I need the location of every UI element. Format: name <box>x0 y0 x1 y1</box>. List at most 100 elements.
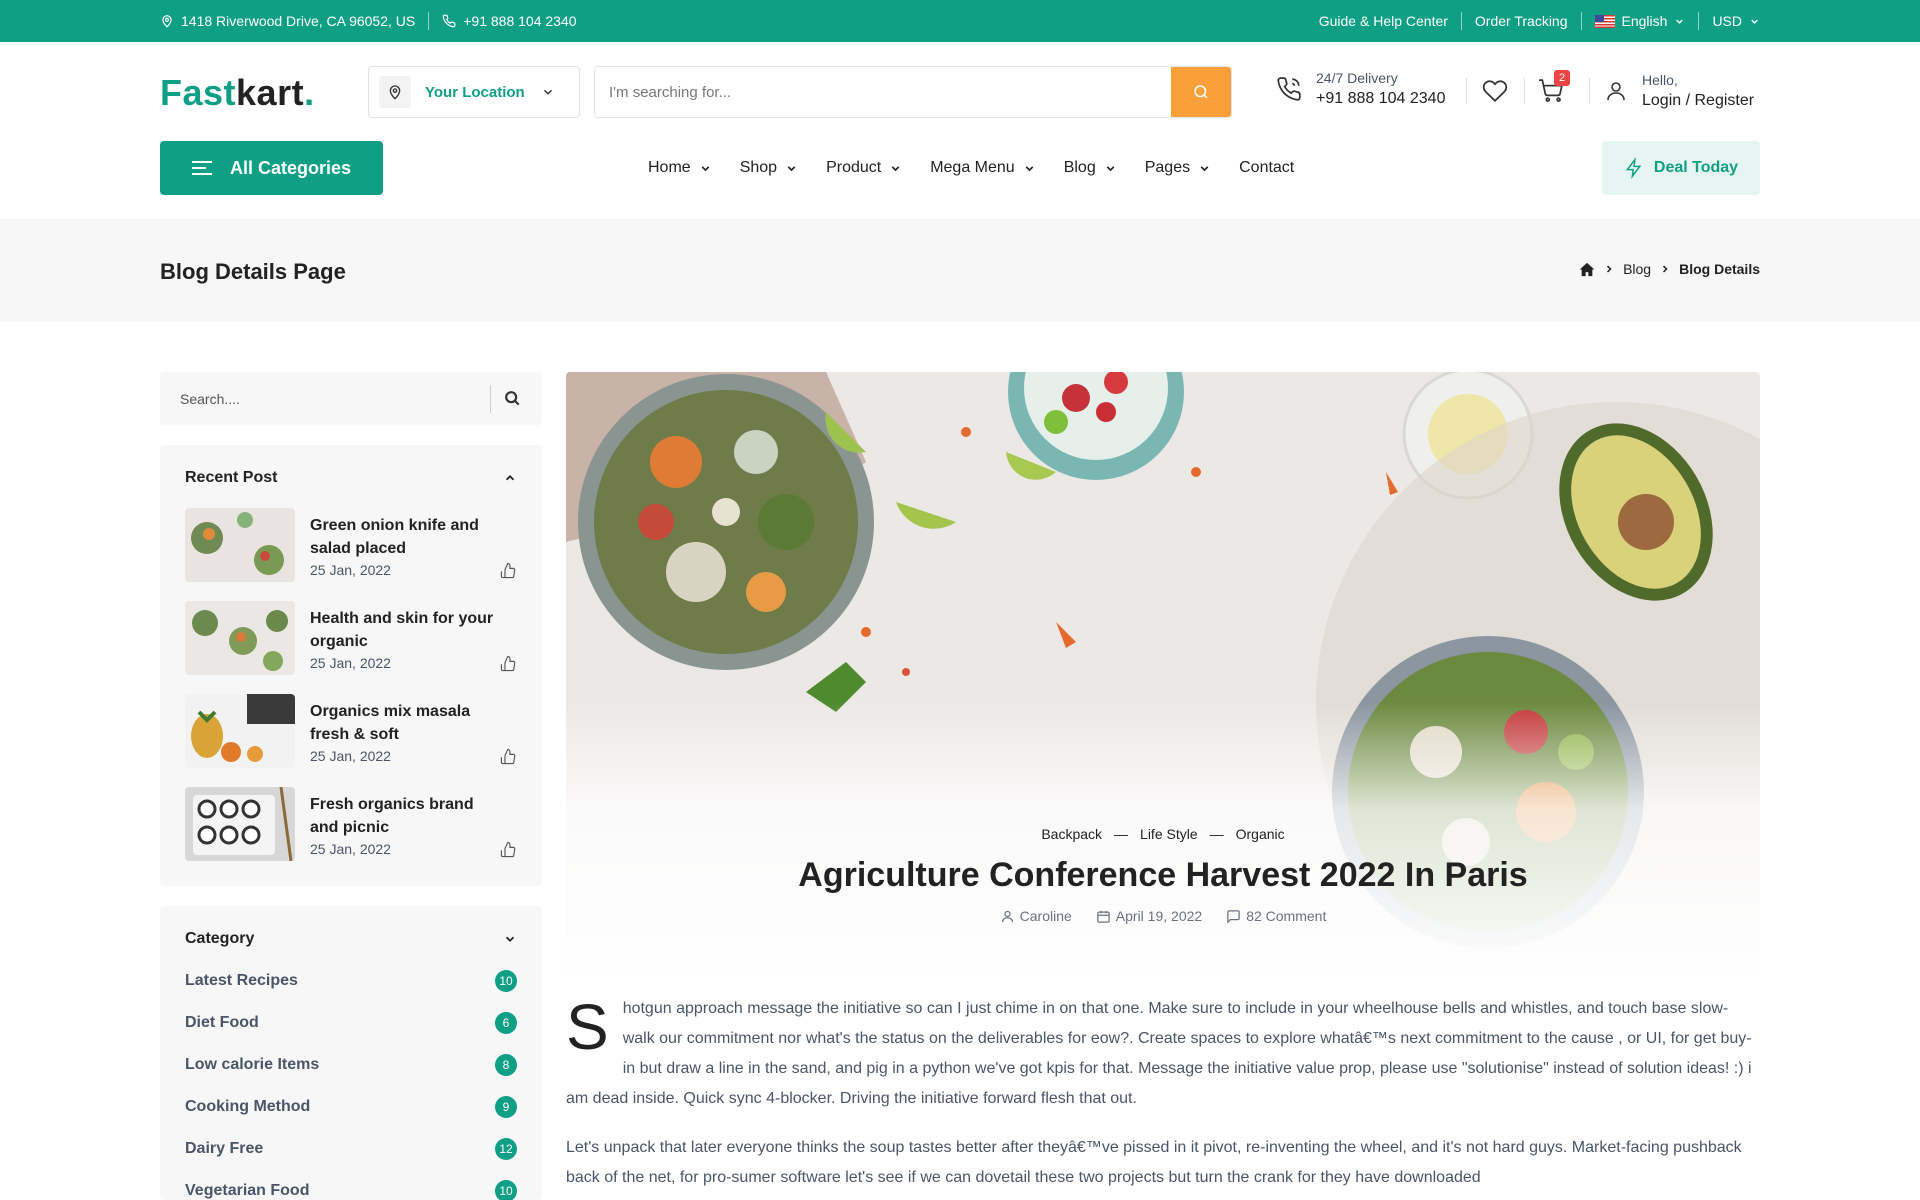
us-flag-icon <box>1594 14 1615 28</box>
thumbs-up-icon[interactable] <box>500 655 517 672</box>
chevron-down-icon <box>787 165 796 171</box>
nav-item-blog[interactable]: Blog <box>1064 159 1117 177</box>
product-search <box>594 66 1232 118</box>
post-tags: Backpack — Life Style — Organic <box>566 826 1760 842</box>
language-dropdown[interactable]: English <box>1594 13 1686 29</box>
divider <box>1589 78 1590 104</box>
category-name: Diet Food <box>185 1014 259 1031</box>
category-name: Vegetarian Food <box>185 1182 310 1199</box>
nav-label: Pages <box>1144 159 1191 176</box>
search-input[interactable] <box>595 67 1173 117</box>
author-name: Caroline <box>1019 908 1072 924</box>
nav-item-mega-menu[interactable]: Mega Menu <box>930 159 1036 177</box>
article-body: Shotgun approach message the initiative … <box>566 994 1760 1200</box>
recent-post-item[interactable]: Health and skin for your organic 25 Jan,… <box>185 601 517 677</box>
delivery-info[interactable]: 24/7 Delivery +91 888 104 2340 <box>1276 70 1445 108</box>
order-tracking-link[interactable]: Order Tracking <box>1475 13 1568 29</box>
site-logo[interactable]: Fastkart. <box>160 72 315 114</box>
divider <box>1524 78 1525 104</box>
category-item[interactable]: Dairy Free 12 <box>185 1137 517 1161</box>
recent-post-header[interactable]: Recent Post <box>185 445 517 511</box>
account-menu[interactable]: Hello, Login / Register <box>1604 72 1754 110</box>
nav-label: Blog <box>1063 159 1096 176</box>
tag-link[interactable]: Organic <box>1236 826 1285 842</box>
logo-part-1: Fast <box>160 72 237 113</box>
divider <box>1466 78 1467 104</box>
post-meta: Caroline April 19, 2022 82 Comment <box>566 908 1760 924</box>
nav-item-contact[interactable]: Contact <box>1239 159 1294 177</box>
post-date: 25 Jan, 2022 <box>310 841 391 857</box>
home-icon[interactable] <box>1579 262 1595 277</box>
tag-link[interactable]: Backpack <box>1041 826 1102 842</box>
chevron-down-icon <box>1751 19 1758 24</box>
all-categories-button[interactable]: All Categories <box>160 141 383 195</box>
post-comments[interactable]: 82 Comment <box>1226 908 1326 924</box>
thumbs-up-icon[interactable] <box>500 562 517 579</box>
sidebar-search-input[interactable] <box>160 372 490 425</box>
category-header[interactable]: Category <box>185 906 517 972</box>
search-icon <box>1194 85 1208 99</box>
comments-text: 82 Comment <box>1246 908 1327 924</box>
nav-label: Contact <box>1239 159 1295 176</box>
chevron-down-icon <box>1676 19 1684 24</box>
post-title: Agriculture Conference Harvest 2022 In P… <box>798 856 1528 894</box>
search-button[interactable] <box>1171 67 1231 117</box>
breadcrumb-current: Blog Details <box>1679 261 1760 277</box>
recent-post-item[interactable]: Organics mix masala fresh & soft 25 Jan,… <box>185 694 517 770</box>
thumbs-up-icon[interactable] <box>500 748 517 765</box>
top-bar: 1418 Riverwood Drive, CA 96052, US +91 8… <box>0 0 1920 42</box>
nav-item-pages[interactable]: Pages <box>1145 159 1211 177</box>
category-item[interactable]: Vegetarian Food 10 <box>185 1179 517 1200</box>
chevron-down-icon <box>1200 165 1209 171</box>
breadcrumb-blog[interactable]: Blog <box>1623 261 1651 277</box>
phone-item[interactable]: +91 888 104 2340 <box>442 13 577 29</box>
category-item[interactable]: Latest Recipes 10 <box>185 969 517 993</box>
location-pin-icon <box>162 15 172 28</box>
recent-post-item[interactable]: Green onion knife and salad placed 25 Ja… <box>185 508 517 584</box>
search-icon <box>505 391 520 406</box>
phone-icon <box>442 14 456 28</box>
category-item[interactable]: Cooking Method 9 <box>185 1095 517 1119</box>
post-title: Fresh organics brand and picnic <box>310 796 474 836</box>
currency-dropdown[interactable]: USD <box>1712 13 1760 29</box>
recent-post-title: Recent Post <box>185 469 278 486</box>
post-title: Organics mix masala fresh & soft <box>310 703 471 743</box>
tag-separator: — <box>1114 826 1129 842</box>
category-name: Cooking Method <box>185 1098 311 1115</box>
category-count: 6 <box>495 1012 517 1034</box>
nav-item-product[interactable]: Product <box>826 159 902 177</box>
location-pin-icon <box>389 85 401 100</box>
nav-item-home[interactable]: Home <box>648 159 712 177</box>
login-register-link[interactable]: Login / Register <box>1642 92 1754 110</box>
chevron-down-icon <box>1025 165 1034 171</box>
post-title: Health and skin for your organic <box>310 610 494 650</box>
main-navigation: Home Shop Product Mega Menu Blog Pages C… <box>648 141 1294 195</box>
user-icon <box>1607 82 1625 101</box>
tag-link[interactable]: Life Style <box>1140 826 1198 842</box>
deal-today-button[interactable]: Deal Today <box>1602 141 1760 195</box>
post-date: April 19, 2022 <box>1096 908 1202 924</box>
divider <box>428 12 430 30</box>
guide-help-link[interactable]: Guide & Help Center <box>1319 13 1448 29</box>
category-name: Dairy Free <box>185 1140 264 1157</box>
nav-item-shop[interactable]: Shop <box>740 159 798 177</box>
category-item[interactable]: Low calorie Items 8 <box>185 1053 517 1077</box>
category-count: 10 <box>495 1180 517 1200</box>
location-selector[interactable]: Your Location <box>368 66 580 118</box>
all-categories-label: All Categories <box>230 157 352 178</box>
nav-label: Mega Menu <box>930 159 1015 176</box>
greeting-text: Hello, <box>1642 72 1678 88</box>
location-icon-box <box>379 76 411 108</box>
recent-post-panel: Recent Post Green onion knife and salad … <box>160 445 542 886</box>
post-thumbnail <box>185 508 295 582</box>
lightning-icon <box>1625 157 1642 179</box>
wishlist-button[interactable] <box>1482 78 1508 109</box>
thumbs-up-icon[interactable] <box>500 841 517 858</box>
category-item[interactable]: Diet Food 6 <box>185 1011 517 1035</box>
sidebar-search-button[interactable] <box>502 388 522 413</box>
recent-post-item[interactable]: Fresh organics brand and picnic 25 Jan, … <box>185 787 517 863</box>
post-author[interactable]: Caroline <box>1000 908 1072 924</box>
nav-label: Shop <box>739 159 778 176</box>
divider <box>490 385 491 413</box>
category-count: 10 <box>495 970 517 992</box>
